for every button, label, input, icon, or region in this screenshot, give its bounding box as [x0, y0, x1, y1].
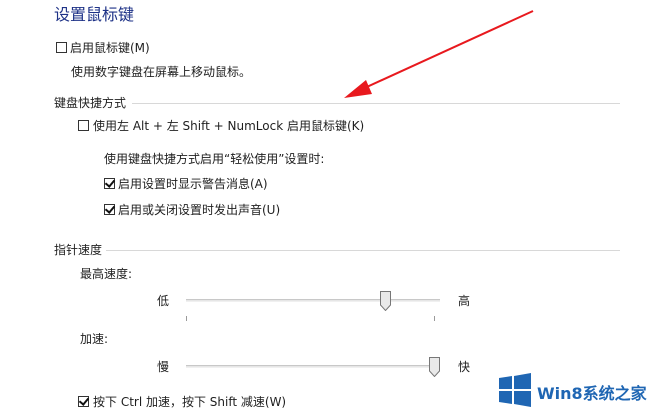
show-warning-row[interactable]: 启用设置时显示警告消息(A): [104, 176, 274, 192]
alt-shift-numlock-row[interactable]: 使用左 Alt + 左 Shift + NumLock 启用鼠标键(K): [78, 118, 368, 134]
acceleration-label: 加速:: [80, 332, 109, 346]
pointer-section-title: 指针速度: [54, 243, 103, 257]
ctrl-shift-checkbox[interactable]: [78, 396, 89, 407]
ctrl-shift-label: 按下 Ctrl 加速，按下 Shift 减速(W): [93, 395, 287, 409]
show-warning-label: 启用设置时显示警告消息(A): [118, 177, 268, 191]
acceleration-slider-thumb[interactable]: [429, 357, 440, 377]
top-speed-label: 最高速度:: [80, 267, 133, 281]
top-speed-slider-track: [186, 299, 440, 302]
enable-mousekeys-row[interactable]: 启用鼠标键(M): [56, 40, 166, 56]
acceleration-low-label: 慢: [157, 360, 170, 374]
play-sound-checkbox[interactable]: [104, 204, 115, 215]
play-sound-label: 启用或关闭设置时发出声音(U): [118, 203, 281, 217]
acceleration-slider[interactable]: [186, 356, 440, 386]
acceleration-slider-track: [186, 365, 440, 368]
ctrl-shift-row[interactable]: 按下 Ctrl 加速，按下 Shift 减速(W): [78, 394, 288, 410]
alt-shift-numlock-label: 使用左 Alt + 左 Shift + NumLock 启用鼠标键(K): [93, 119, 365, 133]
top-speed-low-label: 低: [157, 294, 170, 308]
top-speed-slider[interactable]: [186, 290, 440, 324]
play-sound-row[interactable]: 启用或关闭设置时发出声音(U): [104, 202, 284, 218]
top-speed-tick-max: [434, 316, 435, 321]
watermark-text: Win8系统之家: [537, 384, 647, 403]
top-speed-slider-thumb[interactable]: [380, 291, 391, 311]
windows-logo-icon: [499, 373, 531, 407]
top-speed-tick-min: [186, 316, 187, 321]
page-title: 设置鼠标键: [54, 5, 135, 24]
alt-shift-numlock-checkbox[interactable]: [78, 120, 89, 131]
ease-of-access-heading: 使用键盘快捷方式启用“轻松使用”设置时:: [104, 152, 325, 166]
enable-mousekeys-description: 使用数字键盘在屏幕上移动鼠标。: [71, 65, 252, 79]
shortcut-section-title: 键盘快捷方式: [54, 96, 127, 110]
top-speed-high-label: 高: [458, 294, 471, 308]
show-warning-checkbox[interactable]: [104, 178, 115, 189]
red-arrow-icon: [344, 10, 534, 98]
acceleration-high-label: 快: [458, 360, 471, 374]
enable-mousekeys-label: 启用鼠标键(M): [70, 41, 150, 55]
pointer-section-separator: [106, 250, 620, 251]
enable-mousekeys-checkbox[interactable]: [56, 42, 67, 53]
